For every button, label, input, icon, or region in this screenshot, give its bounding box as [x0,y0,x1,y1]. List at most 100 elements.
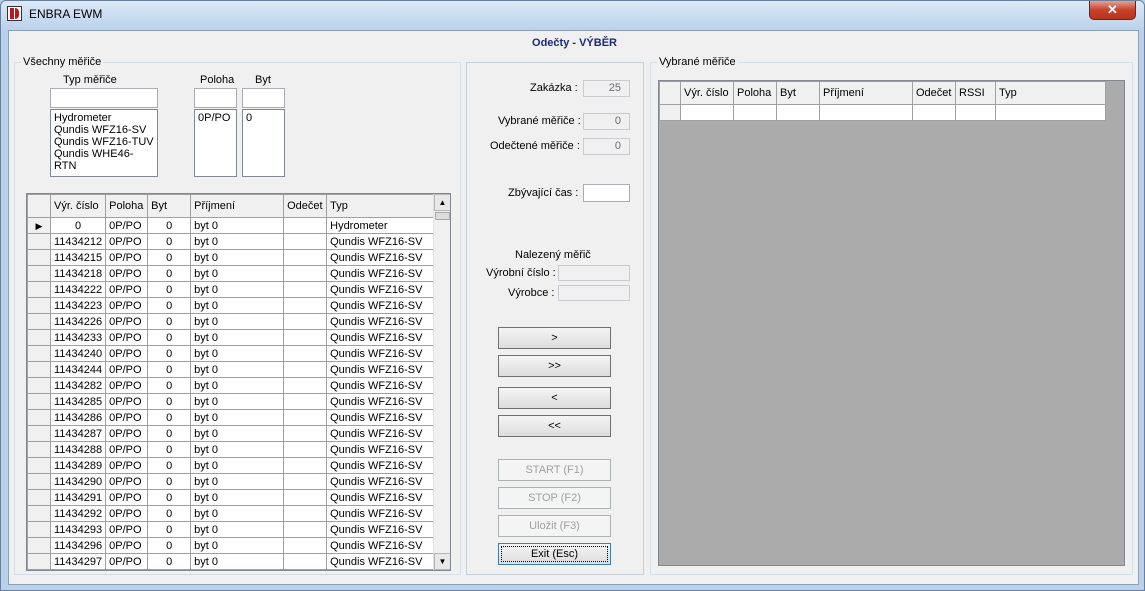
title-bar[interactable]: ENBRA EWM ✕ [1,1,1144,27]
cell-location[interactable] [733,104,777,121]
scroll-up-arrow-icon[interactable]: ▲ [434,194,450,211]
cell-surname[interactable]: byt 0 [190,393,285,410]
cell-location[interactable]: 0P/PO [105,441,149,458]
cell-type[interactable]: Qundis WFZ16-SV [326,505,438,522]
cell-flat[interactable]: 0 [147,473,192,490]
table-row[interactable]: 11434290 0P/PO 0 byt 0 Qundis WFZ16-SV [27,473,438,490]
add-one-button[interactable]: > [498,327,611,349]
col-header-location[interactable]: Poloha [105,194,149,218]
table-row[interactable]: 11434291 0P/PO 0 byt 0 Qundis WFZ16-SV [27,489,438,506]
table-row[interactable]: 11434293 0P/PO 0 byt 0 Qundis WFZ16-SV [27,521,438,538]
cell-serial[interactable]: 11434240 [49,345,107,362]
cell-flat[interactable]: 0 [147,505,192,522]
cell-reading[interactable] [283,233,328,250]
cell-reading[interactable] [283,297,328,314]
cell-flat[interactable]: 0 [147,457,192,474]
location-filter-input[interactable] [194,88,237,108]
table-row[interactable]: 11434288 0P/PO 0 byt 0 Qundis WFZ16-SV [27,441,438,458]
table-row[interactable]: 11434287 0P/PO 0 byt 0 Qundis WFZ16-SV [27,425,438,442]
cell-type[interactable]: Qundis WFZ16-SV [326,297,438,314]
cell-reading[interactable] [283,457,328,474]
cell-type[interactable]: Qundis WFZ16-SV [326,441,438,458]
cell-type[interactable]: Qundis WFZ16-SV [326,457,438,474]
cell-surname[interactable]: byt 0 [190,537,285,554]
cell-reading[interactable] [283,377,328,394]
cell-type[interactable]: Qundis WFZ16-SV [326,329,438,346]
cell-flat[interactable]: 0 [147,345,192,362]
meter-type-item[interactable]: Qundis WHE46-RTN [54,148,154,172]
cell-serial[interactable]: 11434285 [49,393,107,410]
cell-reading[interactable] [912,104,956,121]
cell-location[interactable]: 0P/PO [105,521,149,538]
cell-surname[interactable]: byt 0 [190,553,285,570]
cell-location[interactable]: 0P/PO [105,553,149,570]
cell-reading[interactable] [283,265,328,282]
cell-surname[interactable]: byt 0 [190,473,285,490]
col-header-location[interactable]: Poloha [733,81,777,105]
cell-reading[interactable] [283,489,328,506]
flat-filter-input[interactable] [242,88,285,108]
cell-location[interactable]: 0P/PO [105,233,149,250]
cell-rssi[interactable] [955,104,996,121]
cell-flat[interactable]: 0 [147,233,192,250]
cell-flat[interactable]: 0 [147,489,192,506]
cell-serial[interactable]: 11434293 [49,521,107,538]
cell-flat[interactable]: 0 [147,297,192,314]
cell-location[interactable]: 0P/PO [105,489,149,506]
table-row[interactable]: 11434240 0P/PO 0 byt 0 Qundis WFZ16-SV [27,345,438,362]
cell-type[interactable]: Qundis WFZ16-SV [326,473,438,490]
cell-serial[interactable]: 11434290 [49,473,107,490]
cell-location[interactable]: 0P/PO [105,217,149,234]
cell-serial[interactable] [680,104,734,121]
cell-serial[interactable]: 11434292 [49,505,107,522]
cell-location[interactable]: 0P/PO [105,345,149,362]
cell-location[interactable]: 0P/PO [105,473,149,490]
cell-serial[interactable]: 11434289 [49,457,107,474]
cell-surname[interactable]: byt 0 [190,457,285,474]
table-row[interactable]: 11434218 0P/PO 0 byt 0 Qundis WFZ16-SV [27,265,438,282]
cell-surname[interactable]: byt 0 [190,217,285,234]
scroll-thumb[interactable] [435,212,450,220]
cell-surname[interactable]: byt 0 [190,249,285,266]
cell-type[interactable]: Qundis WFZ16-SV [326,233,438,250]
cell-type[interactable]: Qundis WFZ16-SV [326,345,438,362]
cell-reading[interactable] [283,505,328,522]
col-header-type[interactable]: Typ [995,81,1106,105]
table-row[interactable]: 11434223 0P/PO 0 byt 0 Qundis WFZ16-SV [27,297,438,314]
cell-reading[interactable] [283,473,328,490]
cell-location[interactable]: 0P/PO [105,409,149,426]
flat-list[interactable]: 0 [242,109,285,177]
col-header-surname[interactable]: Příjmení [819,81,913,105]
cell-serial[interactable]: 11434215 [49,249,107,266]
cell-flat[interactable]: 0 [147,553,192,570]
cell-flat[interactable] [776,104,820,121]
cell-location[interactable]: 0P/PO [105,281,149,298]
cell-reading[interactable] [283,249,328,266]
cell-type[interactable]: Qundis WFZ16-SV [326,425,438,442]
col-header-rssi[interactable]: RSSI [955,81,996,105]
cell-reading[interactable] [283,345,328,362]
cell-location[interactable]: 0P/PO [105,329,149,346]
remaining-time-field[interactable] [583,184,630,202]
table-row[interactable]: 11434244 0P/PO 0 byt 0 Qundis WFZ16-SV [27,361,438,378]
table-row[interactable]: 11434286 0P/PO 0 byt 0 Qundis WFZ16-SV [27,409,438,426]
meter-type-list[interactable]: Hydrometer Qundis WFZ16-SV Qundis WFZ16-… [50,109,158,177]
cell-location[interactable]: 0P/PO [105,313,149,330]
cell-flat[interactable]: 0 [147,249,192,266]
table-row[interactable] [659,104,1106,121]
all-meters-grid[interactable]: Výr. číslo Poloha Byt Příjmení Odečet Ty… [26,193,451,571]
cell-type[interactable]: Qundis WFZ16-SV [326,409,438,426]
cell-serial[interactable]: 0 [49,217,107,234]
start-button[interactable]: START (F1) [498,459,611,481]
cell-surname[interactable]: byt 0 [190,329,285,346]
cell-serial[interactable]: 11434212 [49,233,107,250]
cell-serial[interactable]: 11434218 [49,265,107,282]
cell-surname[interactable]: byt 0 [190,313,285,330]
scroll-down-arrow-icon[interactable]: ▼ [434,553,450,570]
cell-type[interactable]: Hydrometer [326,217,438,234]
cell-type[interactable]: Qundis WFZ16-SV [326,553,438,570]
cell-surname[interactable]: byt 0 [190,377,285,394]
cell-surname[interactable]: byt 0 [190,441,285,458]
cell-serial[interactable]: 11434222 [49,281,107,298]
col-header-reading[interactable]: Odečet [912,81,956,105]
